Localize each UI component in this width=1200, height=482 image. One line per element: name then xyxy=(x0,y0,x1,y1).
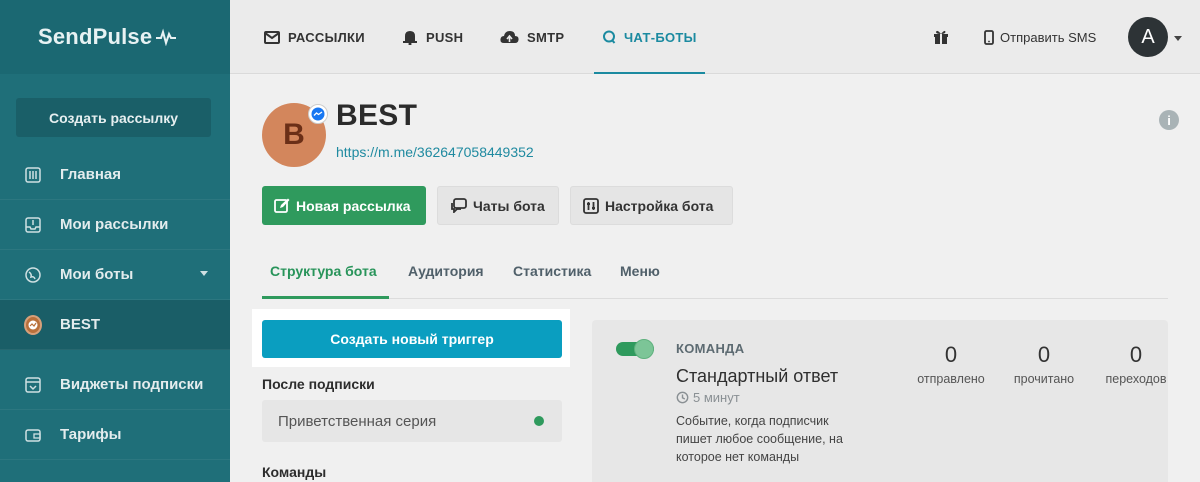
stat-value: 0 xyxy=(1129,342,1143,367)
chevron-down-icon[interactable] xyxy=(200,271,208,276)
tab-bot-structure[interactable]: Структура бота xyxy=(270,263,377,279)
bot-settings-button[interactable]: Настройка бота xyxy=(570,186,733,225)
stat-sent: 0 отправлено xyxy=(906,340,996,386)
stat-clicks: 0 переходов xyxy=(1091,340,1181,386)
main-content: B BEST https://m.me/362647058449352 i Но… xyxy=(230,75,1200,482)
tab-audience[interactable]: Аудитория xyxy=(408,263,484,279)
active-tab-indicator xyxy=(262,296,389,299)
sliders-icon xyxy=(583,197,599,214)
globe-icon xyxy=(24,266,42,284)
history-icon xyxy=(676,391,689,404)
chevron-down-icon[interactable] xyxy=(1174,36,1182,41)
toggle-knob xyxy=(634,339,654,359)
create-trigger-button[interactable]: Создать новый триггер xyxy=(262,320,562,358)
gift-icon xyxy=(934,30,948,44)
messenger-icon xyxy=(308,104,328,124)
bot-link[interactable]: https://m.me/362647058449352 xyxy=(336,144,534,160)
sidebar-item-label: Главная xyxy=(60,166,122,183)
sidebar-item-label: Тарифы xyxy=(60,426,122,443)
bot-chats-button[interactable]: Чаты бота xyxy=(437,186,559,225)
top-navigation: РАССЫЛКИ PUSH SMTP ЧАТ-БОТЫ Отправить SM… xyxy=(230,0,1200,74)
cloud-upload-icon xyxy=(500,31,519,43)
edit-icon xyxy=(274,198,290,213)
sidebar-item-tariffs[interactable]: Тарифы xyxy=(0,410,230,460)
sidebar-item-home[interactable]: Главная xyxy=(0,150,230,200)
time-value: 5 минут xyxy=(693,390,740,405)
send-sms-label: Отправить SMS xyxy=(1000,29,1097,45)
welcome-series-item[interactable]: Приветственная серия xyxy=(262,400,562,442)
card-description: Событие, когда подписчик пишет любое соо… xyxy=(676,414,843,464)
stat-read: 0 прочитано xyxy=(999,340,1089,386)
stat-label: переходов xyxy=(1105,372,1167,386)
gift-button[interactable] xyxy=(933,0,949,74)
inbox-icon xyxy=(24,216,42,234)
tab-label: РАССЫЛКИ xyxy=(288,29,365,45)
button-label: Новая рассылка xyxy=(296,197,411,214)
phone-icon xyxy=(984,29,994,45)
card-time: 5 минут xyxy=(676,390,740,405)
after-subscribe-heading: После подписки xyxy=(262,376,375,392)
page-title: BEST xyxy=(336,99,418,132)
brand-logo[interactable]: SendPulse xyxy=(0,0,230,74)
chat-icon xyxy=(603,30,616,44)
avatar[interactable]: A xyxy=(1128,17,1168,57)
envelope-icon xyxy=(264,30,280,44)
tab-label: ЧАТ-БОТЫ xyxy=(624,29,697,45)
command-card[interactable]: КОМАНДА Стандартный ответ 5 минут Событи… xyxy=(592,320,1168,482)
wallet-icon xyxy=(24,426,42,444)
tab-push[interactable]: PUSH xyxy=(402,0,463,74)
sidebar-item-label: Мои боты xyxy=(60,266,134,283)
sidebar-item-label: Мои рассылки xyxy=(60,216,169,233)
create-mailing-button[interactable]: Создать рассылку xyxy=(16,98,211,137)
status-dot xyxy=(534,416,544,426)
sidebar-item-my-mailings[interactable]: Мои рассылки xyxy=(0,200,230,250)
messenger-icon xyxy=(24,314,42,335)
stat-label: прочитано xyxy=(1013,372,1075,386)
sidebar-item-my-bots[interactable]: Мои боты xyxy=(0,250,230,300)
card-title: Стандартный ответ xyxy=(676,366,839,386)
active-toggle[interactable] xyxy=(616,339,654,359)
bell-icon xyxy=(403,31,417,45)
stat-label: отправлено xyxy=(917,372,985,386)
sidebar-item-label: Виджеты подписки xyxy=(60,376,204,393)
tab-chatbots[interactable]: ЧАТ-БОТЫ xyxy=(594,0,705,74)
button-label: Чаты бота xyxy=(473,197,545,214)
sidebar-nav: Главная Мои рассылки Мои боты BEST Видже… xyxy=(0,150,230,460)
new-mailing-button[interactable]: Новая рассылка xyxy=(262,186,426,225)
pulse-icon xyxy=(156,28,177,46)
info-icon[interactable]: i xyxy=(1159,110,1179,130)
sidebar: SendPulse Создать рассылку Главная Мои р… xyxy=(0,0,230,482)
send-sms-button[interactable]: Отправить SMS xyxy=(984,0,1096,74)
bot-subtabs: Структура бота Аудитория Статистика Меню xyxy=(262,255,1168,299)
sliders-icon xyxy=(24,166,42,184)
list-item-label: Приветственная серия xyxy=(278,412,437,430)
brand-name: SendPulse xyxy=(38,24,153,49)
tab-label: PUSH xyxy=(426,29,464,45)
tab-mailings[interactable]: РАССЫЛКИ xyxy=(264,0,365,74)
button-label: Настройка бота xyxy=(605,197,714,214)
tab-statistics[interactable]: Статистика xyxy=(513,263,591,279)
sidebar-item-widgets[interactable]: Виджеты подписки xyxy=(0,360,230,410)
tab-label: SMTP xyxy=(527,29,565,45)
stat-value: 0 xyxy=(944,342,958,367)
card-type: КОМАНДА xyxy=(676,341,745,356)
tab-smtp[interactable]: SMTP xyxy=(500,0,564,74)
commands-heading: Команды xyxy=(262,464,327,480)
chats-icon xyxy=(451,198,467,213)
sidebar-item-best[interactable]: BEST xyxy=(0,300,230,350)
sidebar-item-label: BEST xyxy=(60,316,101,333)
widget-icon xyxy=(24,376,42,394)
stat-value: 0 xyxy=(1037,342,1051,367)
tab-menu[interactable]: Меню xyxy=(620,263,660,279)
